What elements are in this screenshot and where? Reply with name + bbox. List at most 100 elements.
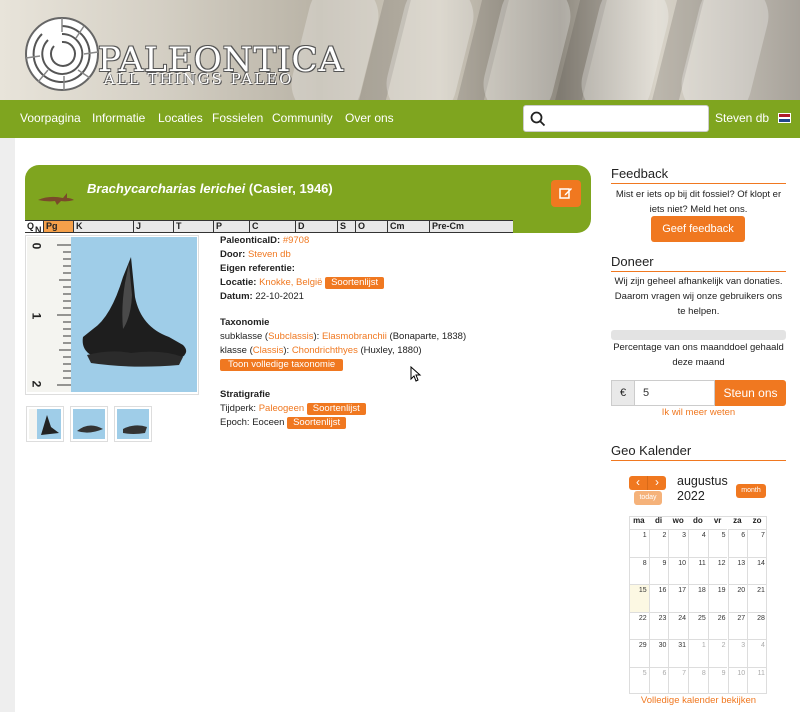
calendar-day[interactable]: 29 [629,639,649,667]
timeline-o[interactable]: O [355,221,387,232]
paleontica-id: PaleonticaID: #9708 [220,235,310,246]
calendar-day[interactable]: 27 [727,611,748,639]
support-us-button[interactable]: Steun ons [715,380,786,406]
show-taxonomy-button[interactable]: Toon volledige taxonomie [220,359,344,371]
calendar-day[interactable]: 17 [668,584,689,612]
calendar-day[interactable]: 1 [629,529,649,557]
nav-fossielen[interactable]: Fossielen [212,111,263,125]
calendar-day[interactable]: 11 [747,666,767,694]
timeline-j[interactable]: J [133,221,173,232]
currency-addon: € [611,380,635,406]
progress-text: Percentage van ons maanddoel gehaald dez… [613,342,784,368]
calendar-day[interactable]: 2 [648,529,669,557]
calendar-day[interactable]: 19 [707,584,728,612]
search-icon[interactable] [530,111,546,127]
timeline-s[interactable]: S [337,221,355,232]
thumbnail-1[interactable] [26,406,64,442]
id-link[interactable]: #9708 [283,235,309,246]
user-menu[interactable]: Steven db [715,111,769,125]
stratigraphy-heading: Stratigrafie [220,389,271,400]
calendar-day[interactable]: 6 [648,666,669,694]
calendar-day[interactable]: 13 [727,556,748,584]
search-input[interactable] [523,105,709,132]
calendar-day[interactable]: 23 [648,611,669,639]
calendar-day[interactable]: 3 [727,639,748,667]
calendar-day[interactable]: 9 [707,666,728,694]
calendar-day[interactable]: 3 [668,529,689,557]
location-species-list-tag[interactable]: Soortenlijst [325,277,385,289]
calendar-prev-button[interactable]: ‹ [629,476,647,490]
nav-locaties[interactable]: Locaties [158,111,203,125]
period-link[interactable]: Paleogeen [259,403,304,414]
timeline-pg[interactable]: Pg [43,221,73,232]
timeline-p[interactable]: P [213,221,249,232]
calendar-day[interactable]: 28 [747,611,767,639]
calendar-day[interactable]: 10 [668,556,689,584]
dutch-flag-icon[interactable] [778,113,791,123]
ruler-label-1: 1 [29,312,44,320]
thumbnail-2[interactable] [70,406,108,442]
calendar-day[interactable]: 8 [629,556,649,584]
calendar-day[interactable]: 9 [648,556,669,584]
timeline-t[interactable]: T [173,221,213,232]
nav-community[interactable]: Community [272,111,333,125]
give-feedback-button[interactable]: Geef feedback [651,216,745,242]
thumbnail-3[interactable] [114,406,152,442]
ammonite-logo-icon[interactable] [22,14,102,94]
calendar-day[interactable]: 5 [629,666,649,694]
calendar-day[interactable]: 2 [707,639,728,667]
timeline-pre-cm[interactable]: Pre-Cm [429,221,513,232]
calendar-day[interactable]: 4 [747,639,767,667]
calendar-day[interactable]: 16 [648,584,669,612]
calendar-today-button[interactable]: today [634,491,662,505]
nav-informatie[interactable]: Informatie [92,111,145,125]
subclass-rank-link[interactable]: Subclassis [268,331,313,342]
calendar-next-button[interactable]: › [647,476,666,490]
epoch-species-list-tag[interactable]: Soortenlijst [287,417,347,429]
period-species-list-tag[interactable]: Soortenlijst [306,403,366,415]
species-name: Brachycarcharias lerichei (Casier, 1946) [87,181,333,196]
calendar-day[interactable]: 14 [747,556,767,584]
calendar-day[interactable]: 4 [688,529,708,557]
learn-more-link[interactable]: Ik wil meer weten [611,407,786,418]
class-name-link[interactable]: Chondrichthyes [292,345,358,356]
calendar-day[interactable]: 15 [629,584,649,612]
subclass-name-link[interactable]: Elasmobranchii [322,331,387,342]
full-calendar-link[interactable]: Volledige kalender bekijken [611,695,786,706]
calendar-day[interactable]: 8 [688,666,708,694]
calendar-day[interactable]: 31 [668,639,689,667]
calendar-day-header: do [693,516,703,525]
location-link[interactable]: Knokke, België [259,277,322,288]
timeline-n[interactable]: N [35,226,43,233]
calendar-day[interactable]: 6 [727,529,748,557]
timeline-d[interactable]: D [295,221,337,232]
nav-over-ons[interactable]: Over ons [345,111,394,125]
calendar-day[interactable]: 21 [747,584,767,612]
fossil-photo[interactable]: 0 1 2 [27,237,197,392]
calendar-day[interactable]: 5 [707,529,728,557]
calendar-day[interactable]: 25 [688,611,708,639]
calendar-day[interactable]: 18 [688,584,708,612]
calendar-day[interactable]: 7 [668,666,689,694]
calendar-day[interactable]: 7 [747,529,767,557]
calendar-day[interactable]: 11 [688,556,708,584]
calendar-day[interactable]: 20 [727,584,748,612]
calendar-day[interactable]: 10 [727,666,748,694]
calendar-day[interactable]: 30 [648,639,669,667]
edit-button[interactable] [551,180,581,207]
timeline-k[interactable]: K [73,221,133,232]
calendar-day[interactable]: 1 [688,639,708,667]
taxonomy-subclass: subklasse (Subclassis): Elasmobranchii (… [220,331,467,342]
class-rank-link[interactable]: Classis [253,345,284,356]
calendar-day[interactable]: 22 [629,611,649,639]
donation-amount-input[interactable] [635,380,715,406]
timeline-c[interactable]: C [249,221,295,232]
timeline-cm[interactable]: Cm [387,221,429,232]
calendar-month-view-button[interactable]: month [736,484,766,498]
calendar-day[interactable]: 12 [707,556,728,584]
author-link[interactable]: Steven db [248,249,291,260]
calendar-day[interactable]: 26 [707,611,728,639]
geologic-timeline: Q N Pg K J T P C D S O Cm Pre-Cm [25,220,513,233]
calendar-day[interactable]: 24 [668,611,689,639]
nav-voorpagina[interactable]: Voorpagina [20,111,81,125]
